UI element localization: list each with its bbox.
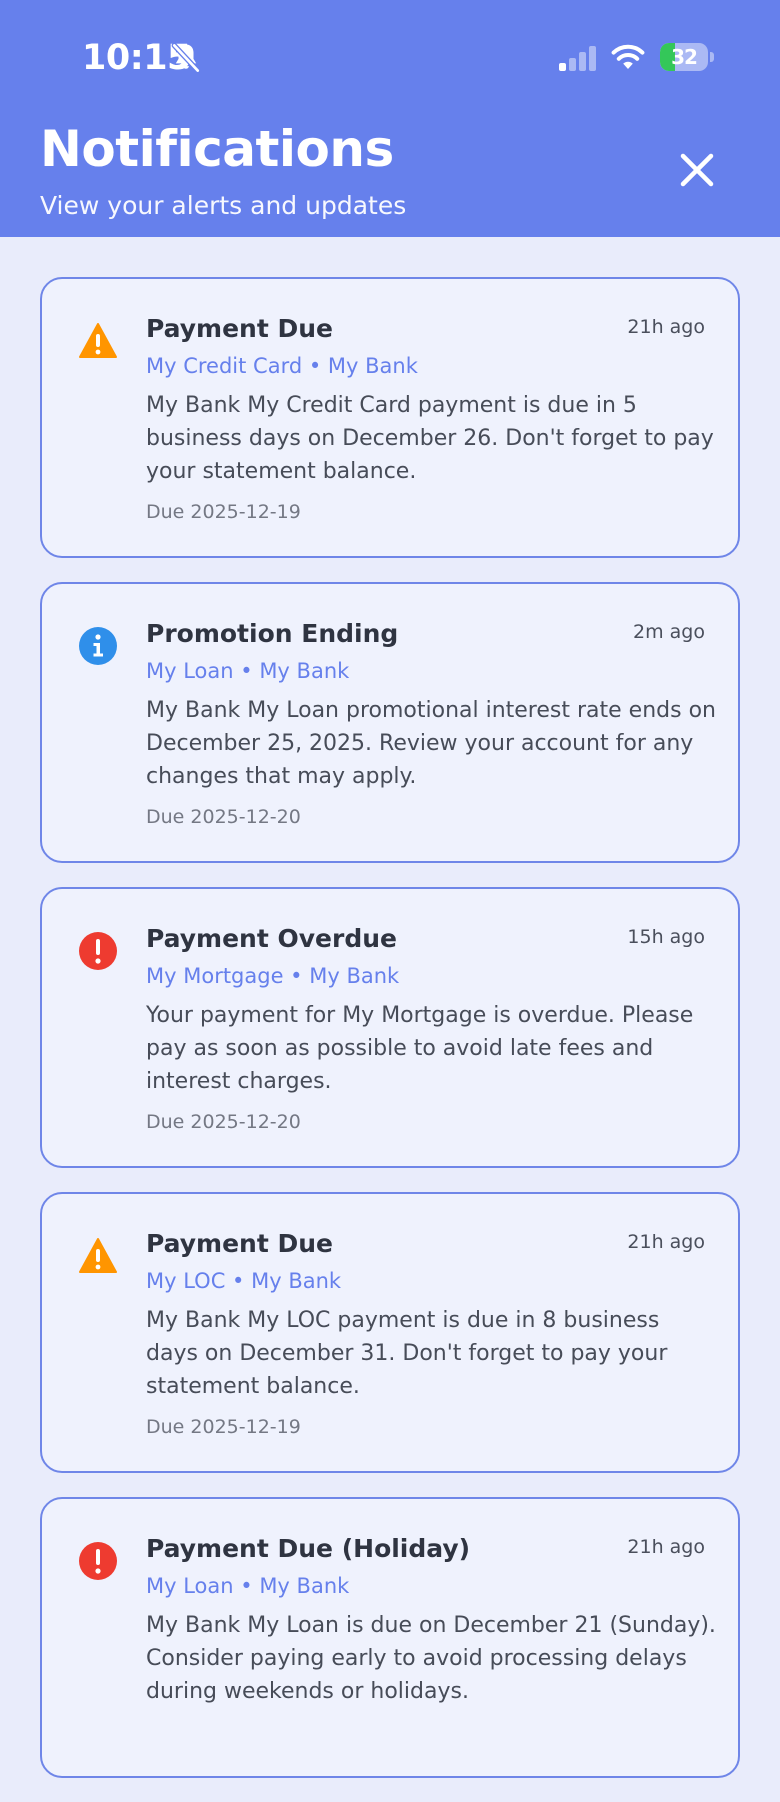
error-icon (79, 1542, 117, 1580)
close-button[interactable] (670, 143, 724, 197)
battery-indicator: 32 (660, 43, 716, 71)
battery-cap (710, 52, 714, 62)
close-icon (680, 153, 714, 187)
notification-card[interactable]: Payment Due 21h ago My LOC • My Bank My … (40, 1192, 740, 1473)
notification-title: Payment Due (146, 1229, 334, 1258)
notification-card[interactable]: Payment Overdue 15h ago My Mortgage • My… (40, 887, 740, 1168)
notification-due-date: Due 2025-12-19 (146, 1416, 301, 1438)
notification-message: My Bank My LOC payment is due in 8 busin… (146, 1308, 668, 1399)
notification-account: My Credit Card • My Bank (146, 354, 418, 378)
cellular-signal-icon (559, 46, 596, 71)
bell-off-icon (171, 42, 201, 74)
notification-message: My Bank My Loan promotional interest rat… (146, 698, 716, 789)
page-subtitle: View your alerts and updates (40, 191, 407, 220)
notification-time: 15h ago (627, 926, 705, 948)
notification-due-date: Due 2025-12-20 (146, 806, 301, 828)
notification-due-date: Due 2025-12-19 (146, 501, 301, 523)
notification-title: Payment Overdue (146, 924, 397, 953)
notification-account: My Mortgage • My Bank (146, 964, 400, 988)
notification-account: My LOC • My Bank (146, 1269, 342, 1293)
battery-body: 32 (660, 43, 708, 71)
notification-list: Payment Due 21h ago My Credit Card • My … (40, 277, 740, 1802)
warning-icon (79, 323, 117, 358)
notification-card[interactable]: Payment Due (Holiday) 21h ago My Loan • … (40, 1497, 740, 1778)
notification-card[interactable]: Payment Due 21h ago My Credit Card • My … (40, 277, 740, 558)
notification-card[interactable]: Promotion Ending 2m ago My Loan • My Ban… (40, 582, 740, 863)
info-icon (79, 627, 117, 665)
notification-message: My Bank My Loan is due on December 21 (S… (146, 1613, 716, 1704)
notification-time: 21h ago (627, 1536, 705, 1558)
page-title: Notifications (40, 120, 394, 178)
header: 10:15 32 Notifications View your alerts … (0, 0, 780, 237)
notification-message: My Bank My Credit Card payment is due in… (146, 393, 714, 484)
warning-icon (79, 1238, 117, 1273)
error-icon (79, 932, 117, 970)
notification-account: My Loan • My Bank (146, 1574, 350, 1598)
notification-title: Payment Due (Holiday) (146, 1534, 471, 1563)
notification-time: 21h ago (627, 316, 705, 338)
notification-title: Payment Due (146, 314, 334, 343)
notification-due-date: Due 2025-12-20 (146, 1111, 301, 1133)
wifi-icon (611, 44, 645, 69)
notification-time: 21h ago (627, 1231, 705, 1253)
notification-message: Your payment for My Mortgage is overdue.… (146, 1003, 694, 1094)
notification-time: 2m ago (633, 621, 705, 643)
notification-account: My Loan • My Bank (146, 659, 350, 683)
battery-level-text: 32 (671, 45, 698, 69)
notification-title: Promotion Ending (146, 619, 399, 648)
